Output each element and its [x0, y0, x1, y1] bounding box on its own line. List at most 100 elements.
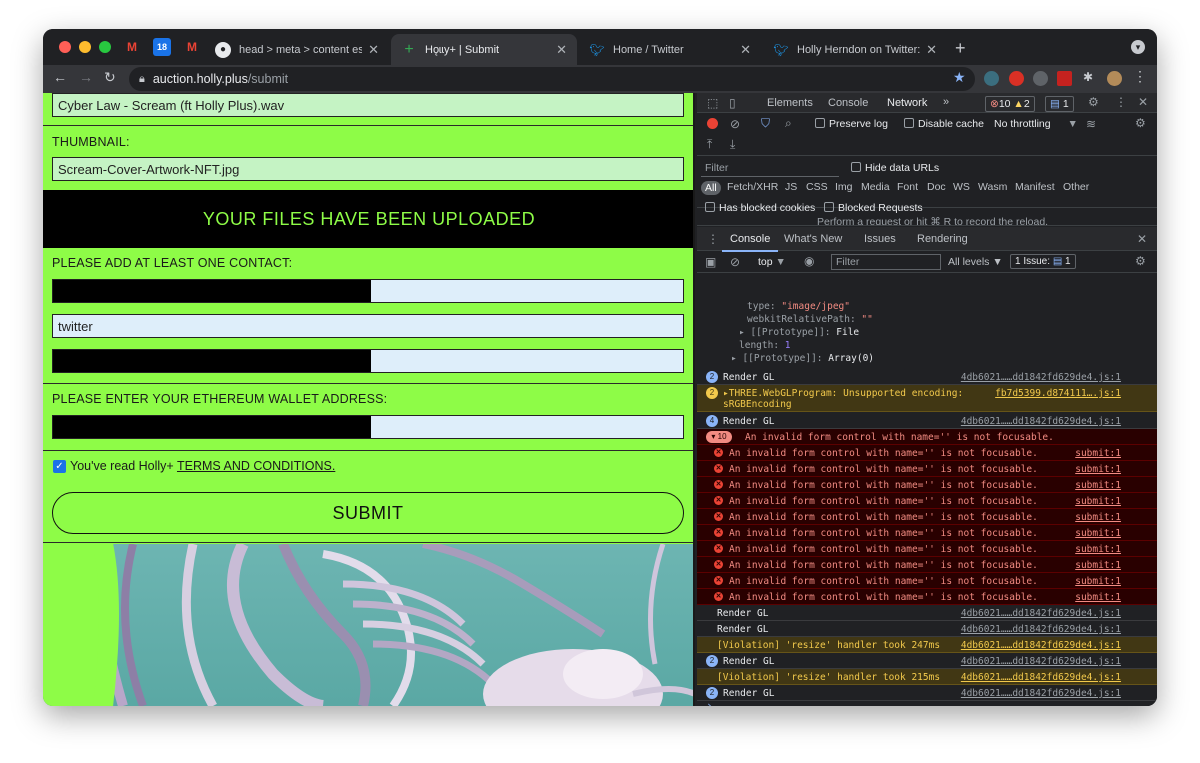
eye-icon[interactable]: ◉ — [804, 254, 814, 268]
filter-type-ws[interactable]: WS — [953, 181, 970, 193]
filter-type-wasm[interactable]: Wasm — [978, 181, 1007, 193]
log-levels-select[interactable]: All levels ▼ — [948, 256, 1003, 268]
object-prototype[interactable]: ▸ [[Prototype]]: File — [739, 327, 859, 338]
puzzle-icon[interactable]: ✱ — [1083, 70, 1098, 85]
gmail-icon[interactable]: M — [123, 38, 141, 56]
tab-console[interactable]: Console — [828, 97, 868, 109]
network-conditions-icon[interactable]: ≋ — [1086, 117, 1096, 131]
close-tab-icon[interactable]: ✕ — [368, 42, 379, 58]
download-icon[interactable]: ⤓ — [730, 137, 735, 152]
close-tab-icon[interactable]: ✕ — [740, 42, 751, 58]
source-link[interactable]: 4db6021……dd1842fd629de4.js:1 — [961, 688, 1121, 699]
console-prompt[interactable]: › — [706, 699, 713, 706]
filter-type-font[interactable]: Font — [897, 181, 918, 193]
source-link[interactable]: 4db6021……dd1842fd629de4.js:1 — [961, 372, 1121, 383]
filter-type-other[interactable]: Other — [1063, 181, 1089, 193]
disable-cache-checkbox[interactable]: Disable cache — [904, 118, 984, 130]
issues-button[interactable]: 1 Issue: ▤ 1 — [1010, 254, 1076, 269]
hide-data-urls-checkbox[interactable]: Hide data URLs — [851, 162, 939, 174]
kebab-menu-icon[interactable]: ⋮ — [707, 232, 719, 246]
drawer-tab-console[interactable]: Console — [721, 233, 779, 252]
thumbnail-field[interactable]: Scream-Cover-Artwork-NFT.jpg — [52, 157, 684, 181]
close-tab-icon[interactable]: ✕ — [556, 42, 567, 58]
console-filter-input[interactable]: Filter — [831, 254, 941, 270]
submit-button[interactable]: SUBMIT — [52, 492, 684, 534]
filter-type-media[interactable]: Media — [861, 181, 890, 193]
terms-checkbox[interactable]: ✓ — [53, 460, 66, 473]
source-link[interactable]: submit:1 — [1075, 528, 1121, 539]
network-filter-input[interactable]: Filter — [701, 160, 839, 177]
new-tab-button[interactable]: + — [955, 38, 966, 59]
filter-type-manifest[interactable]: Manifest — [1015, 181, 1055, 193]
source-link[interactable]: submit:1 — [1075, 576, 1121, 587]
sidebar-toggle-icon[interactable]: ▣ — [705, 255, 716, 269]
filter-type-img[interactable]: Img — [835, 181, 853, 193]
source-link[interactable]: submit:1 — [1075, 464, 1121, 475]
source-link[interactable]: 4db6021……dd1842fd629de4.js:1 — [961, 416, 1121, 427]
reload-icon[interactable]: ↻ — [104, 69, 116, 86]
more-tabs-button[interactable]: » — [943, 96, 949, 108]
tab-github[interactable]: ● head > meta > content escapin ✕ — [205, 34, 389, 65]
tab-holly-submit[interactable]: + Hǫɩɩy+ | Submit ✕ — [391, 34, 577, 65]
source-link[interactable]: 4db6021……dd1842fd629de4.js:1 — [961, 608, 1121, 619]
kebab-menu-icon[interactable]: ⋮ — [1115, 95, 1127, 109]
source-link[interactable]: submit:1 — [1075, 560, 1121, 571]
context-select[interactable]: top ▼ — [758, 256, 786, 268]
tab-twitter-holly[interactable]: 🐦︎ Holly Herndon on Twitter: "19 s ✕ — [763, 34, 947, 65]
throttling-select[interactable]: No throttling ▼ — [994, 118, 1078, 130]
tab-network[interactable]: Network — [878, 97, 936, 116]
wallet-address-field[interactable] — [52, 415, 684, 439]
contact-field-twitter[interactable]: twitter — [52, 314, 684, 338]
minimize-window-button[interactable] — [79, 41, 91, 53]
search-icon[interactable]: ⌕ — [785, 116, 792, 131]
tab-elements[interactable]: Elements — [767, 97, 813, 109]
close-icon[interactable]: ✕ — [1138, 95, 1148, 109]
source-link[interactable]: submit:1 — [1075, 448, 1121, 459]
filter-type-js[interactable]: JS — [785, 181, 797, 193]
preserve-log-checkbox[interactable]: Preserve log — [815, 118, 888, 130]
device-toolbar-icon[interactable]: ▯ — [729, 96, 736, 110]
blocked-cookies-checkbox[interactable]: Has blocked cookies — [705, 202, 815, 214]
array-prototype[interactable]: ▸ [[Prototype]]: Array(0) — [731, 353, 874, 364]
extension-icon[interactable] — [1057, 71, 1072, 86]
tab-search-icon[interactable]: ▾ — [1131, 40, 1145, 54]
source-link[interactable]: 4db6021……dd1842fd629de4.js:1 — [961, 656, 1121, 667]
inspect-element-icon[interactable]: ⬚ — [707, 96, 718, 110]
terms-link[interactable]: TERMS AND CONDITIONS. — [177, 459, 335, 473]
gear-icon[interactable]: ⚙ — [1088, 95, 1099, 109]
calendar-icon[interactable]: 18 — [153, 38, 171, 56]
contact-field-1[interactable] — [52, 279, 684, 303]
source-link[interactable]: submit:1 — [1075, 544, 1121, 555]
gear-icon[interactable]: ⚙ — [1135, 116, 1146, 130]
filter-type-css[interactable]: CSS — [806, 181, 828, 193]
tab-twitter-home[interactable]: 🐦︎ Home / Twitter ✕ — [579, 34, 761, 65]
extension-icon[interactable] — [1033, 71, 1048, 86]
clear-icon[interactable]: ⊘ — [730, 117, 740, 131]
source-link[interactable]: submit:1 — [1075, 496, 1121, 507]
contact-field-3[interactable] — [52, 349, 684, 373]
extension-icon[interactable] — [984, 71, 999, 86]
back-arrow-icon[interactable]: ← — [53, 69, 67, 85]
source-link[interactable]: submit:1 — [1075, 480, 1121, 491]
record-icon[interactable] — [707, 118, 718, 129]
gmail-icon[interactable]: M — [183, 38, 201, 56]
kebab-menu-icon[interactable]: ⋮ — [1133, 68, 1148, 84]
filter-type-doc[interactable]: Doc — [927, 181, 946, 193]
error-group-row[interactable]: ▾ 10 An invalid form control with name=''… — [697, 429, 1157, 445]
source-link[interactable]: fb7d5399.d874111….js:1 — [995, 388, 1121, 399]
avatar[interactable] — [1107, 71, 1122, 86]
clear-console-icon[interactable]: ⊘ — [730, 255, 740, 269]
close-window-button[interactable] — [59, 41, 71, 53]
gear-icon[interactable]: ⚙ — [1135, 254, 1146, 268]
close-icon[interactable]: ✕ — [1137, 232, 1147, 246]
forward-arrow-icon[interactable]: → — [79, 69, 93, 85]
upload-icon[interactable]: ⤒ — [707, 137, 712, 152]
source-link[interactable]: 4db6021……dd1842fd629de4.js:1 — [961, 624, 1121, 635]
source-link[interactable]: 4db6021……dd1842fd629de4.js:1 — [961, 672, 1121, 683]
source-link[interactable]: 4db6021……dd1842fd629de4.js:1 — [961, 640, 1121, 651]
filter-type-fetch[interactable]: Fetch/XHR — [727, 181, 778, 193]
filter-icon[interactable]: ⛉ — [761, 116, 770, 131]
drawer-tab-issues[interactable]: Issues — [864, 233, 896, 245]
drawer-tab-whats-new[interactable]: What's New — [784, 233, 842, 245]
source-link[interactable]: submit:1 — [1075, 592, 1121, 603]
